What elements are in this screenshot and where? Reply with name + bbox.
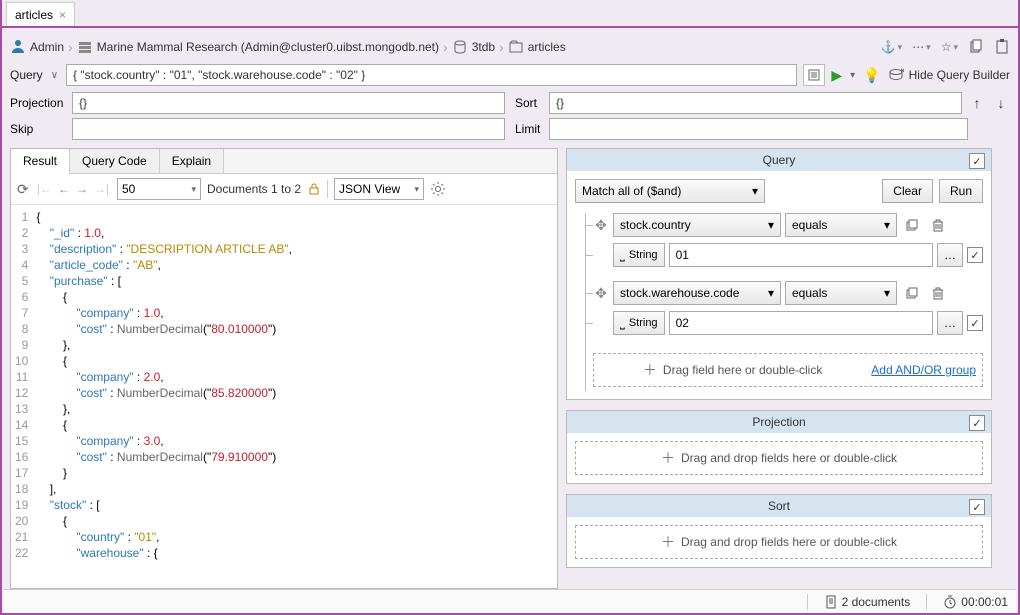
condition-type-select[interactable]: ⎵ String [613,311,665,335]
hint-icon[interactable]: 💡 [863,67,880,84]
drag-handle-icon[interactable]: ✥ [593,214,609,236]
copy-icon[interactable] [968,39,984,55]
query-enabled-checkbox[interactable]: ✓ [969,153,985,169]
nav-last-icon[interactable]: →| [92,182,111,196]
anchor-icon[interactable]: ⚓▾ [881,40,902,54]
projection-label: Projection [10,96,66,110]
breadcrumb: Admin › Marine Mammal Research (Admin@cl… [10,34,1010,60]
condition-enabled-checkbox[interactable]: ✓ [967,315,983,331]
document-range: Documents 1 to 2 [207,182,301,196]
projection-input[interactable] [72,92,505,114]
query-builder-panel: Query ✓ Match all of ($and)▾ Clear Run ✥… [566,148,992,589]
sort-enabled-checkbox[interactable]: ✓ [969,499,985,515]
condition-operator-select[interactable]: equals▾ [785,213,897,237]
sort-label: Sort [515,96,543,110]
user-icon [10,38,26,57]
query-builder-header: Query ✓ [567,149,991,171]
collection-icon [508,39,524,55]
match-mode-select[interactable]: Match all of ($and)▾ [575,179,765,203]
projection-drop-zone[interactable]: ＋Drag and drop fields here or double-cli… [575,441,983,475]
skip-label: Skip [10,122,66,136]
lock-icon[interactable] [307,182,321,196]
condition-enabled-checkbox[interactable]: ✓ [967,247,983,263]
trash-icon[interactable] [927,214,949,236]
query-row: Query ∨ ▶ ▾ 💡 Hide Query Builder [10,64,1010,86]
add-and-or-group[interactable]: Add AND/OR group [871,363,976,377]
condition-field-select[interactable]: stock.warehouse.code▾ [613,281,781,305]
sort-input[interactable] [549,92,962,114]
server-icon [77,39,93,55]
star-icon[interactable]: ☆▾ [941,40,958,54]
clear-button[interactable]: Clear [882,179,933,203]
close-icon[interactable]: × [59,8,66,22]
condition-value-input[interactable] [669,243,933,267]
tab-articles[interactable]: articles × [6,2,75,26]
database-icon [452,39,468,55]
tab-label: articles [15,8,53,22]
sort-builder-header: Sort ✓ [567,495,991,517]
status-elapsed: 00:00:01 [943,595,1008,609]
limit-input[interactable] [549,118,968,140]
refresh-icon[interactable]: ⟳ [17,181,29,198]
sort-drop-zone[interactable]: ＋Drag and drop fields here or double-cli… [575,525,983,559]
condition-operator-select[interactable]: equals▾ [785,281,897,305]
projection-enabled-checkbox[interactable]: ✓ [969,415,985,431]
condition-type-select[interactable]: ⎵ String [613,243,665,267]
paste-icon[interactable] [994,39,1010,55]
trash-icon[interactable] [927,282,949,304]
results-panel: Result Query Code Explain ⟳ |← ← → →| 50… [10,148,558,589]
run-button[interactable]: Run [939,179,983,203]
status-doc-count: 2 documents [824,595,911,609]
projection-builder-header: Projection ✓ [567,411,991,433]
condition-value-input[interactable] [669,311,933,335]
nav-prev-icon[interactable]: ← [56,182,72,196]
gear-icon[interactable] [430,181,446,197]
run-icon[interactable]: ▶ [831,67,842,84]
tab-query-code[interactable]: Query Code [70,149,160,173]
query-drop-zone[interactable]: ＋Drag field here or double-click Add AND… [593,353,983,387]
json-result-view[interactable]: 12345678910111213141516171819202122 { "_… [11,205,557,588]
page-size-select[interactable]: 50▾ [117,178,201,200]
nav-first-icon[interactable]: |← [35,182,54,196]
condition-field-select[interactable]: stock.country▾ [613,213,781,237]
copy-icon[interactable] [901,214,923,236]
query-label: Query [10,68,43,82]
breadcrumb-user[interactable]: Admin [30,40,64,54]
value-options-button[interactable]: … [937,243,963,267]
copy-icon[interactable] [901,282,923,304]
nav-next-icon[interactable]: → [74,182,90,196]
view-mode-select[interactable]: JSON View▾ [334,178,424,200]
breadcrumb-collection[interactable]: articles [528,40,566,54]
breadcrumb-connection[interactable]: Marine Mammal Research (Admin@cluster0.u… [97,40,439,54]
query-options-icon[interactable] [803,64,825,86]
tab-result[interactable]: Result [11,149,70,174]
tab-bar: articles × [2,0,1018,26]
skip-input[interactable] [72,118,505,140]
limit-label: Limit [515,122,543,136]
status-bar: 2 documents 00:00:01 [4,589,1016,613]
tab-explain[interactable]: Explain [160,149,224,173]
sort-desc-icon[interactable]: ↓ [992,92,1010,114]
run-dropdown[interactable]: ▾ [848,70,857,81]
query-history-dropdown[interactable]: ∨ [49,70,60,81]
value-options-button[interactable]: … [937,311,963,335]
query-input[interactable] [66,64,797,86]
sort-asc-icon[interactable]: ↑ [968,92,986,114]
hide-query-builder-button[interactable]: Hide Query Builder [887,67,1010,83]
drag-handle-icon[interactable]: ✥ [593,282,609,304]
breadcrumb-database[interactable]: 3tdb [472,40,495,54]
more-icon[interactable]: ⋯▾ [912,40,931,54]
